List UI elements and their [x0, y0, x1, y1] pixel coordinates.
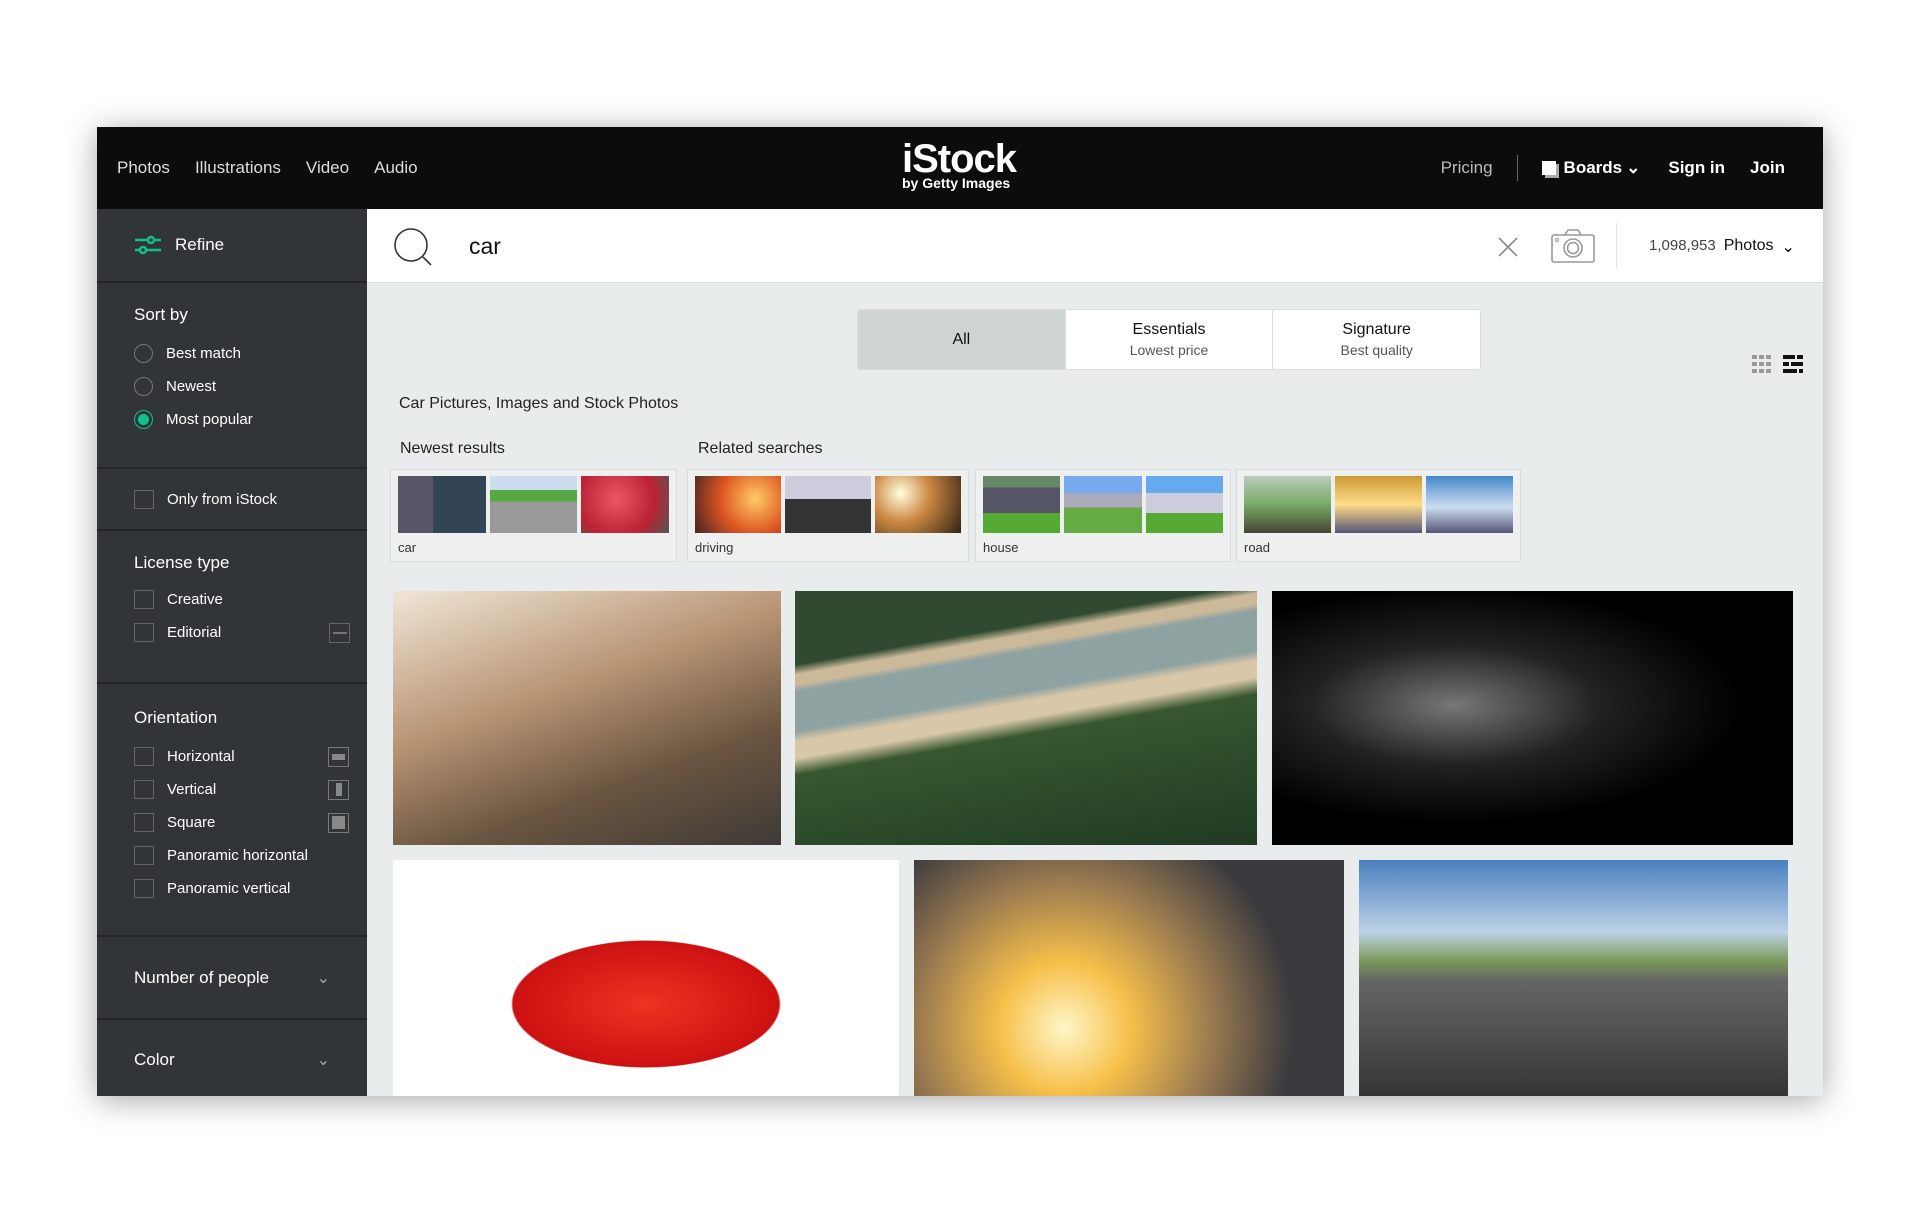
main-content: car 1,098,953 Photos ⌄ All Essentials Lowes…: [367, 209, 1823, 1096]
related-card-house[interactable]: house: [975, 469, 1231, 562]
grid-view-icon[interactable]: [1752, 355, 1772, 373]
thumbnail: [581, 476, 670, 533]
result-image[interactable]: [1359, 860, 1788, 1096]
chevron-down-icon: ⌄: [316, 1052, 330, 1069]
sort-newest[interactable]: Newest: [134, 370, 330, 403]
license-tabs: All Essentials Lowest price Signature Best…: [857, 309, 1481, 370]
browser-window: Photos Illustrations Video Audio iStock b…: [97, 127, 1823, 1096]
license-editorial[interactable]: Editorial: [134, 616, 350, 649]
thumbnail: [875, 476, 961, 533]
newest-card-car[interactable]: car: [390, 469, 677, 562]
result-image[interactable]: [795, 591, 1257, 845]
orientation-title: Orientation: [134, 708, 218, 727]
tab-essentials[interactable]: Essentials Lowest price: [1064, 310, 1273, 369]
tab-signature[interactable]: Signature Best quality: [1272, 310, 1480, 369]
nav-video[interactable]: Video: [306, 158, 349, 178]
result-image[interactable]: [393, 591, 781, 845]
sort-best-match[interactable]: Best match: [134, 337, 330, 370]
editorial-info-icon[interactable]: [329, 622, 350, 643]
thumbnail: [1426, 476, 1513, 533]
thumbnail: [1335, 476, 1422, 533]
thumbnail: [489, 476, 578, 533]
search-bar: car 1,098,953 Photos ⌄: [367, 209, 1823, 283]
sort-by-title: Sort by: [134, 305, 188, 324]
search-input[interactable]: car: [469, 233, 501, 260]
result-image[interactable]: [393, 860, 899, 1096]
vertical-icon: [328, 779, 349, 800]
checkbox[interactable]: [134, 623, 154, 642]
related-card-driving[interactable]: driving: [687, 469, 969, 562]
radio[interactable]: [134, 344, 153, 363]
chevron-down-icon: ⌄: [316, 969, 330, 987]
nav-photos[interactable]: Photos: [117, 158, 170, 178]
checkbox[interactable]: [134, 846, 154, 865]
nav-illustrations[interactable]: Illustrations: [195, 158, 281, 178]
related-card-road[interactable]: road: [1236, 469, 1521, 562]
boards-menu[interactable]: Boards: [1564, 158, 1623, 178]
thumbnail: [695, 476, 781, 533]
thumbnail: [1064, 476, 1142, 533]
camera-icon[interactable]: [1551, 229, 1595, 263]
search-icon: [394, 228, 432, 266]
sliders-icon: [135, 235, 161, 255]
thumbnail: [1145, 476, 1223, 533]
thumbnail: [785, 476, 871, 533]
top-header: Photos Illustrations Video Audio iStock b…: [97, 127, 1823, 209]
pricing-link[interactable]: Pricing: [1441, 158, 1493, 178]
checkbox[interactable]: [134, 879, 154, 898]
nav-audio[interactable]: Audio: [374, 158, 417, 178]
thumbnail: [398, 476, 486, 533]
page-title: Car Pictures, Images and Stock Photos: [399, 395, 679, 412]
checkbox[interactable]: [134, 489, 154, 509]
thumbnail: [1244, 476, 1331, 533]
checkbox[interactable]: [134, 590, 154, 609]
join-link[interactable]: Join: [1750, 158, 1785, 178]
color-section[interactable]: Color ⌄: [97, 1020, 367, 1096]
result-image[interactable]: [1272, 591, 1793, 845]
orientation-horizontal[interactable]: Horizontal: [134, 740, 349, 773]
clear-icon[interactable]: [1498, 237, 1518, 257]
chevron-down-icon: ⌄: [1781, 239, 1795, 256]
filter-sidebar: Refine Sort by Best match Newest Most po…: [97, 209, 367, 1096]
checkbox[interactable]: [134, 747, 154, 766]
orientation-vertical[interactable]: Vertical: [134, 773, 349, 806]
license-type-title: License type: [134, 553, 230, 572]
boards-icon: [1541, 161, 1556, 175]
sort-most-popular[interactable]: Most popular: [134, 403, 330, 436]
license-creative[interactable]: Creative: [134, 583, 330, 616]
horizontal-icon: [328, 746, 349, 767]
number-of-people-section[interactable]: Number of people ⌄: [97, 937, 367, 1020]
sign-in-link[interactable]: Sign in: [1668, 158, 1725, 178]
thumbnail: [983, 476, 1061, 533]
chevron-down-icon: ⌄: [1626, 158, 1641, 177]
newest-results-title: Newest results: [400, 440, 505, 457]
refine-button[interactable]: Refine: [175, 235, 224, 255]
orientation-square[interactable]: Square: [134, 806, 349, 839]
orientation-panoramic-vertical[interactable]: Panoramic vertical: [134, 872, 330, 905]
media-type-select[interactable]: 1,098,953 Photos ⌄: [1649, 237, 1795, 257]
result-image[interactable]: [914, 860, 1344, 1096]
orientation-panoramic-horizontal[interactable]: Panoramic horizontal: [134, 839, 330, 872]
related-searches-title: Related searches: [698, 440, 823, 457]
istock-logo[interactable]: iStock by Getty Images: [902, 139, 1017, 191]
divider: [1516, 155, 1518, 181]
mosaic-view-icon[interactable]: [1783, 355, 1803, 373]
square-icon: [328, 812, 349, 833]
divider: [1616, 223, 1617, 269]
radio-selected[interactable]: [134, 410, 153, 429]
only-from-istock[interactable]: Only from iStock: [134, 483, 277, 516]
checkbox[interactable]: [134, 780, 154, 799]
tab-all[interactable]: All: [858, 310, 1065, 369]
checkbox[interactable]: [134, 813, 154, 832]
radio[interactable]: [134, 377, 153, 396]
